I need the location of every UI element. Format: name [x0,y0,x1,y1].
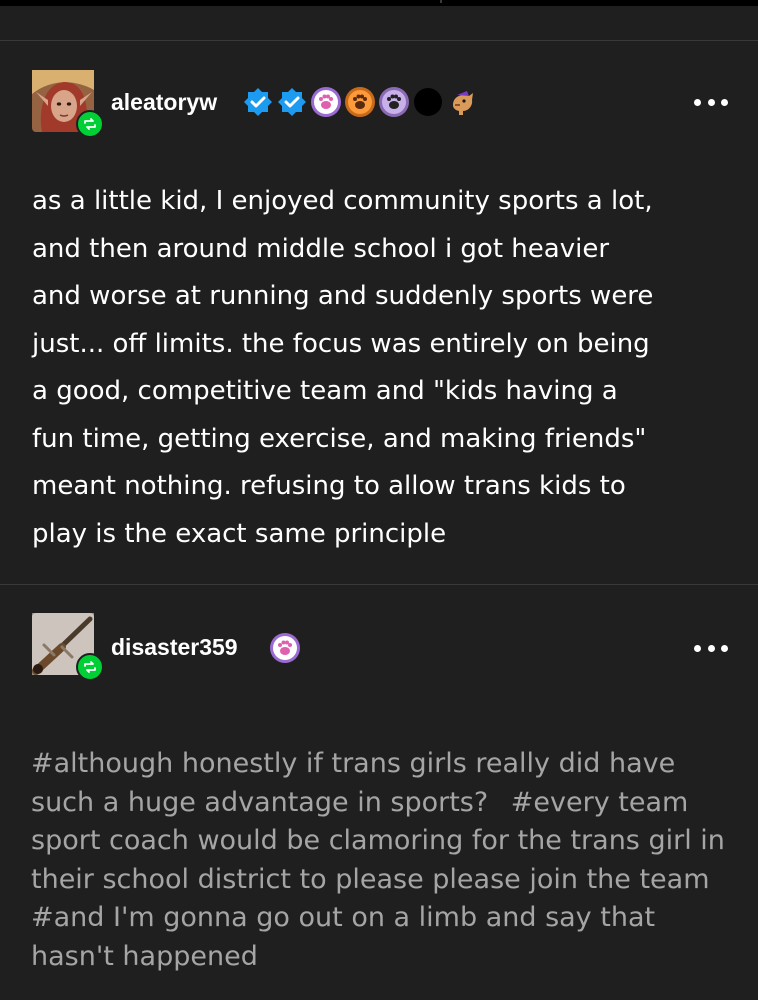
paw-badge-icon[interactable] [270,633,300,663]
post-aleatoryw: aleatoryw as a little kid, I enjoyed com… [0,41,758,584]
body-line: meant nothing. refusing to allow trans k… [32,471,626,501]
verified-badge-icon[interactable] [243,87,273,117]
username[interactable]: aleatoryw [111,89,217,116]
creature-badge-icon[interactable] [447,87,477,117]
body-line: play is the exact same principle [32,518,447,549]
body-line: as a little kid, I enjoyed community spo… [32,186,653,216]
more-options-icon[interactable] [694,638,728,658]
body-line: a good, competitive team and "kids havin… [32,376,618,406]
reblog-icon [76,110,104,138]
top-bar-marker [440,0,442,3]
avatar[interactable] [32,70,104,138]
username[interactable]: disaster359 [111,634,238,661]
paw-badge-icon[interactable] [311,87,341,117]
avatar[interactable] [32,613,104,681]
post-disaster359: disaster359 #although honestly if trans … [0,585,758,1000]
body-line: and then around middle school i got heav… [32,233,610,264]
more-options-icon[interactable] [694,92,728,112]
reblog-icon [76,653,104,681]
body-line: and worse at running and suddenly sports… [32,281,654,311]
badge-row [243,87,477,117]
body-line: fun time, getting exercise, and making f… [32,423,647,454]
top-bar [0,0,758,6]
post-body: as a little kid, I enjoyed community spo… [32,178,732,558]
tag-list: #although honestly if trans girls really… [31,745,741,976]
dot-badge-icon[interactable] [413,87,443,117]
tag[interactable]: #and I'm gonna go out on a limb and say … [31,902,655,972]
body-line: just... off limits. the focus was entire… [32,328,650,359]
paw-badge-icon[interactable] [345,87,375,117]
verified-badge-icon[interactable] [277,87,307,117]
paw-badge-icon[interactable] [379,87,409,117]
badge-row [270,633,300,663]
